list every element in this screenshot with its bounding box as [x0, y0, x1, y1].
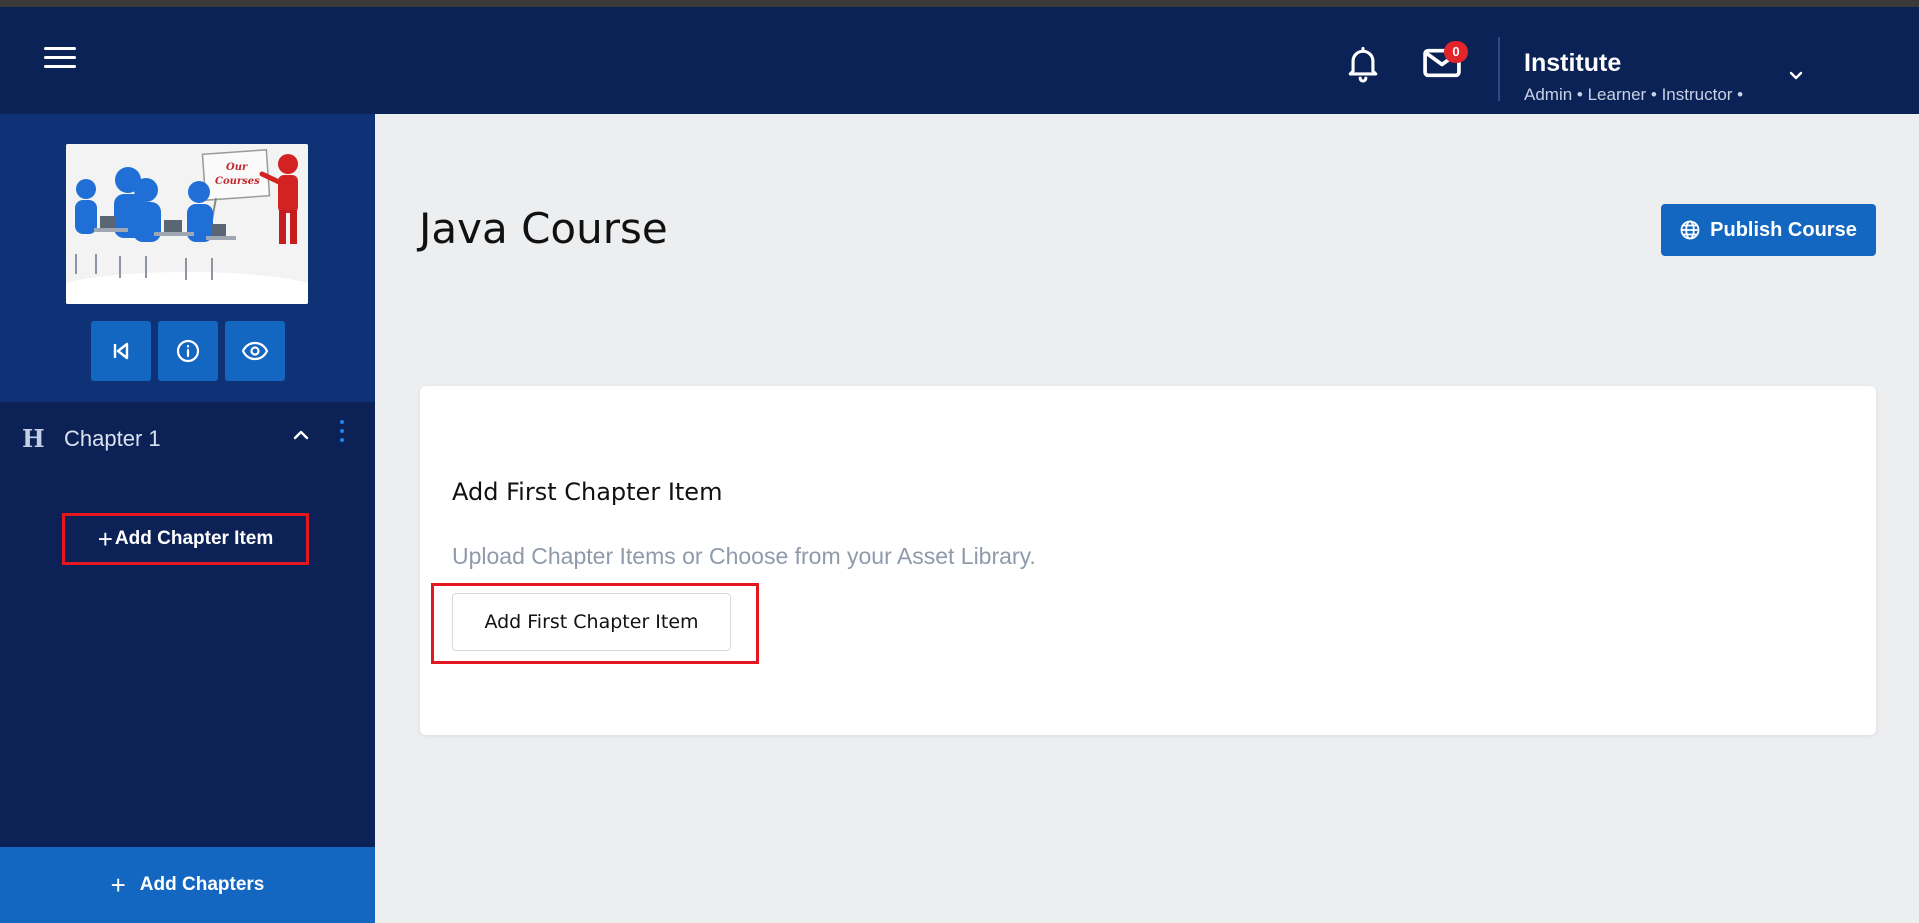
add-chapters-label: Add Chapters	[139, 874, 265, 895]
preview-button[interactable]	[225, 321, 285, 381]
chevron-down-icon[interactable]	[1786, 65, 1806, 85]
chevron-up-icon[interactable]	[290, 424, 312, 446]
page-title: Java Course	[419, 204, 668, 253]
plus-icon: +	[97, 524, 113, 554]
globe-icon	[1680, 220, 1700, 240]
mail-count-badge: 0	[1444, 41, 1468, 63]
card-title: Add First Chapter Item	[452, 478, 723, 506]
header-divider	[1498, 37, 1500, 101]
add-chapters-button[interactable]: + Add Chapters	[0, 847, 375, 923]
publish-course-label: Publish Course	[1710, 218, 1857, 241]
add-first-chapter-item-button[interactable]: Add First Chapter Item	[452, 593, 731, 651]
hamburger-icon[interactable]	[44, 47, 76, 73]
user-name: Institute	[1524, 49, 1622, 77]
course-sidebar: Our Courses H Chapter 1 + Add Chapter It…	[0, 114, 375, 923]
card-subtitle: Upload Chapter Items or Choose from your…	[452, 543, 1036, 569]
eye-icon	[242, 341, 268, 361]
chapter-label: Chapter 1	[64, 426, 161, 451]
thumbnail-caption-2: Courses	[215, 176, 260, 187]
course-info-button[interactable]	[158, 321, 218, 381]
plus-icon: +	[110, 870, 126, 900]
bell-icon[interactable]	[1346, 45, 1380, 83]
course-header-panel: Our Courses	[0, 114, 375, 402]
browser-top-strip	[0, 0, 1919, 7]
skip-back-button[interactable]	[91, 321, 151, 381]
kebab-menu-icon[interactable]	[336, 420, 348, 450]
top-navbar: 0 Institute Admin • Learner • Instructor…	[0, 7, 1919, 114]
add-chapter-item-label: Add Chapter Item	[114, 528, 274, 549]
course-thumbnail: Our Courses	[66, 144, 308, 304]
heading-icon: H	[22, 424, 45, 453]
thumbnail-caption-1: Our	[226, 162, 248, 173]
user-roles: Admin • Learner • Instructor •	[1524, 85, 1744, 104]
info-icon	[176, 339, 200, 363]
publish-course-button[interactable]: Publish Course	[1661, 204, 1876, 256]
chapter-row[interactable]: H Chapter 1	[0, 402, 375, 472]
skip-back-icon	[113, 342, 129, 360]
add-chapter-item-button[interactable]: + Add Chapter Item	[62, 513, 309, 565]
empty-chapter-card: Add First Chapter Item Upload Chapter It…	[420, 386, 1876, 735]
